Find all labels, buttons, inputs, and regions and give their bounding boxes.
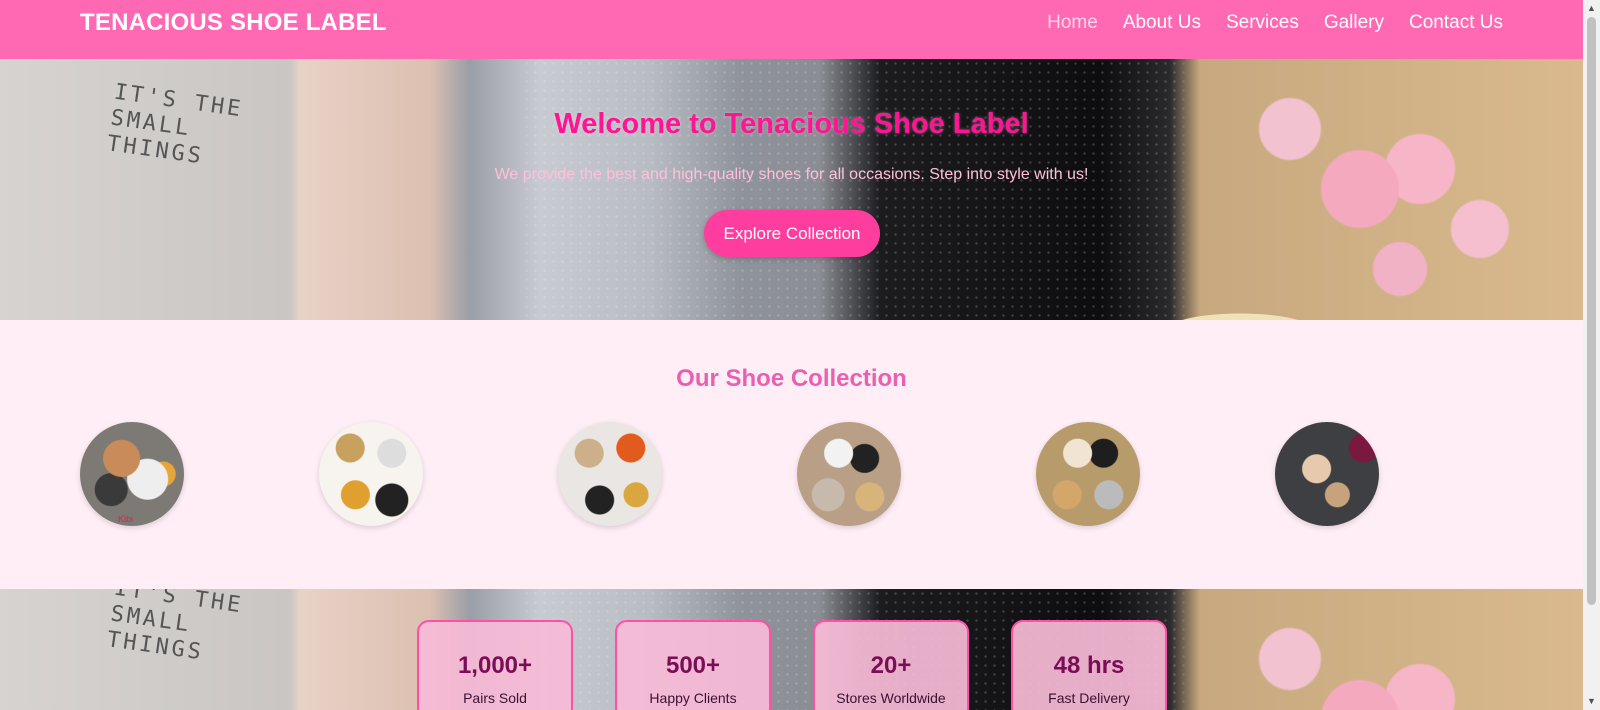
nav-services-link[interactable]: Services: [1226, 12, 1299, 34]
explore-collection-button[interactable]: Explore Collection: [704, 210, 880, 257]
brand-logo[interactable]: TENACIOUS SHOE LABEL: [80, 9, 387, 37]
stat-label: Stores Worldwide: [836, 690, 946, 706]
nav-home-link[interactable]: Home: [1047, 12, 1098, 34]
shoe-image-1-label: Kibi: [118, 514, 134, 524]
stats-photo-text: IT'S THE SMALL THINGS: [105, 589, 245, 666]
shoe-image-1[interactable]: Kibi: [80, 422, 184, 526]
nav-about-link[interactable]: About Us: [1123, 12, 1201, 34]
collection-title: Our Shoe Collection: [676, 365, 907, 392]
stat-card-stores-worldwide: 20+ Stores Worldwide: [813, 620, 969, 710]
shoe-image-2[interactable]: [319, 422, 423, 526]
nav-gallery-link[interactable]: Gallery: [1324, 12, 1384, 34]
stat-value: 48 hrs: [1053, 652, 1125, 679]
stat-value: 20+: [870, 652, 912, 679]
site-header: TENACIOUS SHOE LABEL Home About Us Servi…: [0, 0, 1583, 59]
collection-section: Our Shoe Collection Kibi: [0, 320, 1583, 589]
hero-section: IT'S THE SMALL THINGS Welcome to Tenacio…: [0, 59, 1583, 320]
shoe-image-6[interactable]: [1275, 422, 1379, 526]
stat-card-happy-clients: 500+ Happy Clients: [615, 620, 771, 710]
shoe-image-4[interactable]: [797, 422, 901, 526]
shoe-image-5[interactable]: [1036, 422, 1140, 526]
stat-card-fast-delivery: 48 hrs Fast Delivery: [1011, 620, 1167, 710]
main-nav: Home About Us Services Gallery Contact U…: [1047, 12, 1503, 34]
shoe-image-3[interactable]: [558, 422, 662, 526]
nav-contact-link[interactable]: Contact Us: [1409, 12, 1503, 34]
scroll-down-arrow-icon[interactable]: ▼: [1583, 693, 1600, 710]
hero-content: Welcome to Tenacious Shoe Label We provi…: [0, 59, 1583, 320]
scrollbar-thumb[interactable]: [1587, 17, 1596, 605]
stat-label: Happy Clients: [649, 690, 737, 706]
stat-label: Pairs Sold: [463, 690, 527, 706]
page: TENACIOUS SHOE LABEL Home About Us Servi…: [0, 0, 1583, 710]
hero-subtitle: We provide the best and high-quality sho…: [494, 166, 1089, 183]
stat-value: 500+: [665, 652, 721, 679]
stat-label: Fast Delivery: [1048, 690, 1130, 706]
stat-card-pairs-sold: 1,000+ Pairs Sold: [417, 620, 573, 710]
stat-value: 1,000+: [457, 652, 533, 679]
scroll-up-arrow-icon[interactable]: ▲: [1583, 0, 1600, 17]
vertical-scrollbar[interactable]: ▲ ▼: [1583, 0, 1600, 710]
stats-section: IT'S THE SMALL THINGS: [0, 589, 1583, 710]
hero-title: Welcome to Tenacious Shoe Label: [554, 108, 1029, 140]
